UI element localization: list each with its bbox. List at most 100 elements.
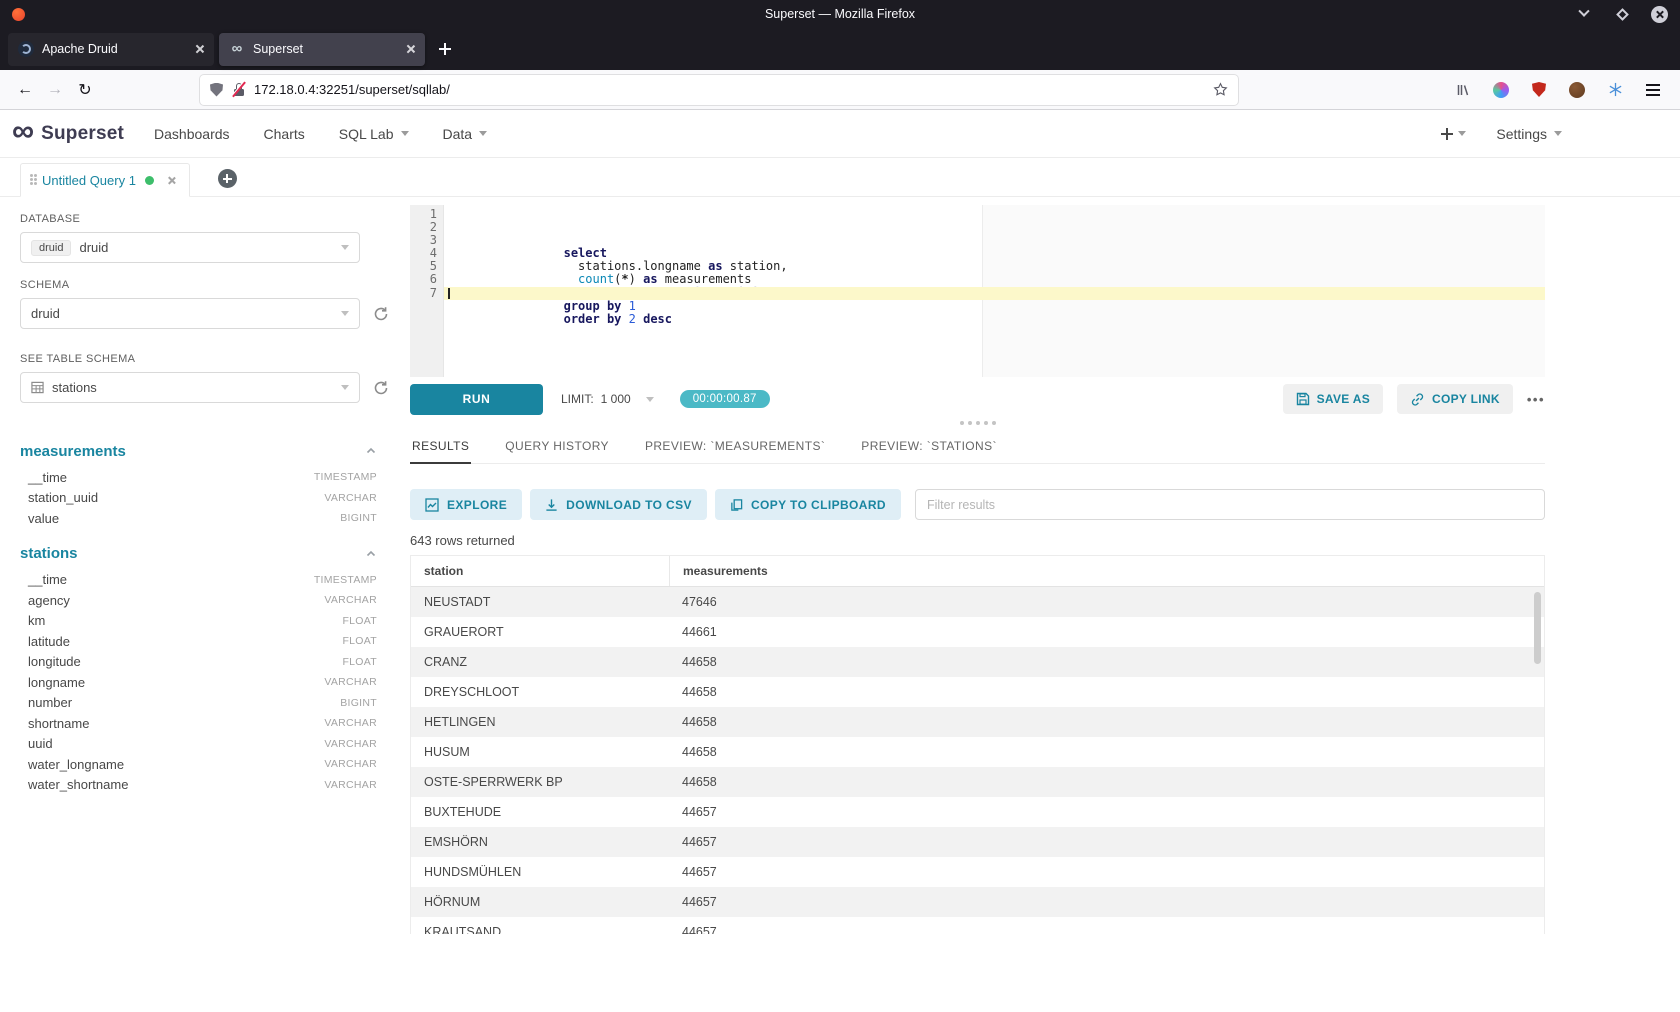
table-row[interactable]: NEUSTADT 47646 bbox=[411, 587, 1544, 617]
table-row[interactable]: DREYSCHLOOT 44658 bbox=[411, 677, 1544, 707]
column-name: water_longname bbox=[28, 757, 124, 772]
table-row[interactable]: OSTE-SPERRWERK BP 44658 bbox=[411, 767, 1544, 797]
table-name: stations bbox=[20, 545, 78, 562]
table-row[interactable]: BUXTEHUDE 44657 bbox=[411, 797, 1544, 827]
tab-close-icon[interactable] bbox=[405, 44, 415, 54]
copy-icon bbox=[730, 498, 743, 512]
pane-splitter[interactable] bbox=[410, 415, 1545, 431]
refresh-schema-button[interactable] bbox=[373, 306, 389, 322]
library-icon[interactable] bbox=[1450, 77, 1476, 103]
cell-station: OSTE-SPERRWERK BP bbox=[411, 767, 669, 797]
browser-tab[interactable]: Apache Druid bbox=[8, 33, 214, 66]
query-tab[interactable]: Untitled Query 1 bbox=[20, 163, 190, 197]
refresh-table-button[interactable] bbox=[373, 380, 389, 396]
download-icon bbox=[545, 498, 558, 512]
save-as-button[interactable]: SAVE AS bbox=[1283, 384, 1383, 414]
browser-tab[interactable]: Superset bbox=[219, 33, 425, 66]
caret-down-icon bbox=[479, 131, 487, 136]
results-tab[interactable]: PREVIEW: `MEASUREMENTS` bbox=[643, 431, 827, 463]
nav-item-label: Dashboards bbox=[154, 126, 230, 142]
code-line: group by 1 bbox=[444, 260, 1545, 273]
cell-measurements: 44661 bbox=[669, 617, 1544, 647]
column-name: uuid bbox=[28, 736, 53, 751]
run-button[interactable]: RUN bbox=[410, 384, 543, 415]
extension-icon[interactable] bbox=[1564, 77, 1590, 103]
cell-measurements: 44657 bbox=[669, 887, 1544, 917]
table-schema-label: SEE TABLE SCHEMA bbox=[20, 353, 400, 365]
cell-station: EMSHÖRN bbox=[411, 827, 669, 857]
reload-button[interactable]: ↻ bbox=[70, 75, 100, 105]
schema-select[interactable]: druid bbox=[20, 298, 360, 329]
add-menu-button[interactable] bbox=[1441, 128, 1466, 139]
results-table-body: NEUSTADT 47646 GRAUERORT 44661 CRANZ 446… bbox=[411, 587, 1544, 934]
back-button[interactable]: ← bbox=[10, 75, 40, 105]
copy-link-button[interactable]: COPY LINK bbox=[1397, 384, 1513, 414]
column-type: VARCHAR bbox=[324, 594, 377, 606]
schema-table-header[interactable]: measurements bbox=[20, 439, 377, 463]
table-row[interactable]: KRAUTSAND 44657 bbox=[411, 917, 1544, 934]
line-number: 4 bbox=[410, 247, 443, 260]
tracking-protection-shield-icon[interactable] bbox=[210, 83, 223, 97]
table-value: stations bbox=[52, 380, 97, 395]
query-tab-close-icon[interactable] bbox=[167, 176, 176, 185]
window-close-button[interactable] bbox=[1651, 6, 1668, 23]
nav-item[interactable]: SQL Lab bbox=[339, 126, 409, 142]
tab-close-icon[interactable] bbox=[194, 44, 204, 54]
database-select[interactable]: druid druid bbox=[20, 232, 360, 263]
schema-table-header[interactable]: stations bbox=[20, 542, 377, 566]
url-bar[interactable]: 172.18.0.4:32251/superset/sqllab/ bbox=[200, 75, 1238, 105]
results-scrollbar[interactable] bbox=[1534, 592, 1541, 664]
nav-item[interactable]: Dashboards bbox=[154, 126, 230, 142]
table-row[interactable]: HUNDSMÜHLEN 44657 bbox=[411, 857, 1544, 887]
schema-label: SCHEMA bbox=[20, 279, 400, 291]
table-row[interactable]: EMSHÖRN 44657 bbox=[411, 827, 1544, 857]
caret-down-icon bbox=[1554, 131, 1562, 136]
settings-menu-button[interactable]: Settings bbox=[1496, 126, 1562, 142]
code-line bbox=[444, 287, 1545, 300]
table-row[interactable]: GRAUERORT 44661 bbox=[411, 617, 1544, 647]
sql-editor[interactable]: 1234567 select stations. bbox=[410, 205, 1545, 377]
table-row[interactable]: HÖRNUM 44657 bbox=[411, 887, 1544, 917]
copy-to-clipboard-button[interactable]: COPY TO CLIPBOARD bbox=[715, 489, 901, 520]
tab-title: Apache Druid bbox=[42, 42, 186, 56]
forward-button[interactable]: → bbox=[40, 75, 70, 105]
more-options-button[interactable]: ••• bbox=[1527, 392, 1545, 407]
results-table-header: station measurements bbox=[411, 556, 1544, 587]
superset-logo[interactable]: ∞ Superset bbox=[12, 122, 124, 145]
nav-item[interactable]: Charts bbox=[264, 126, 305, 142]
drag-dots-icon bbox=[976, 421, 980, 425]
editor-code-area[interactable]: select stations.longname as station, cou… bbox=[444, 205, 1545, 377]
column-header-station[interactable]: station bbox=[411, 556, 669, 586]
snowflake-extension-icon[interactable] bbox=[1602, 77, 1628, 103]
table-row[interactable]: HUSUM 44658 bbox=[411, 737, 1544, 767]
url-text[interactable]: 172.18.0.4:32251/superset/sqllab/ bbox=[254, 82, 1204, 97]
ublock-extension-icon[interactable] bbox=[1526, 77, 1552, 103]
caret-down-icon bbox=[1458, 131, 1466, 136]
results-tab[interactable]: QUERY HISTORY bbox=[503, 431, 611, 463]
bookmark-star-icon[interactable] bbox=[1213, 82, 1228, 97]
add-query-tab-button[interactable] bbox=[218, 169, 237, 188]
column-header-measurements[interactable]: measurements bbox=[669, 556, 1544, 586]
editor-gutter: 1234567 bbox=[410, 205, 444, 377]
window-minimize-button[interactable] bbox=[1575, 5, 1593, 23]
explore-button[interactable]: EXPLORE bbox=[410, 489, 522, 520]
results-tab[interactable]: RESULTS bbox=[410, 431, 471, 464]
menu-button[interactable] bbox=[1640, 77, 1666, 103]
table-row[interactable]: CRANZ 44658 bbox=[411, 647, 1544, 677]
nav-item[interactable]: Data bbox=[443, 126, 488, 142]
collapse-chevron-up-icon[interactable] bbox=[365, 445, 377, 457]
filter-results-input[interactable] bbox=[915, 489, 1545, 520]
insecure-lock-icon[interactable] bbox=[232, 82, 245, 97]
column-row: latitude FLOAT bbox=[20, 631, 377, 652]
collapse-chevron-up-icon[interactable] bbox=[365, 548, 377, 560]
account-icon[interactable] bbox=[1488, 77, 1514, 103]
new-tab-button[interactable] bbox=[431, 35, 459, 63]
table-row[interactable]: HETLINGEN 44658 bbox=[411, 707, 1544, 737]
table-select[interactable]: stations bbox=[20, 372, 360, 403]
window-maximize-button[interactable] bbox=[1613, 5, 1631, 23]
drag-handle-icon[interactable] bbox=[30, 174, 33, 177]
download-csv-button[interactable]: DOWNLOAD TO CSV bbox=[530, 489, 707, 520]
results-tab[interactable]: PREVIEW: `STATIONS` bbox=[859, 431, 999, 463]
shield-icon bbox=[1532, 82, 1546, 97]
limit-dropdown[interactable]: LIMIT: 1 000 bbox=[561, 392, 654, 406]
